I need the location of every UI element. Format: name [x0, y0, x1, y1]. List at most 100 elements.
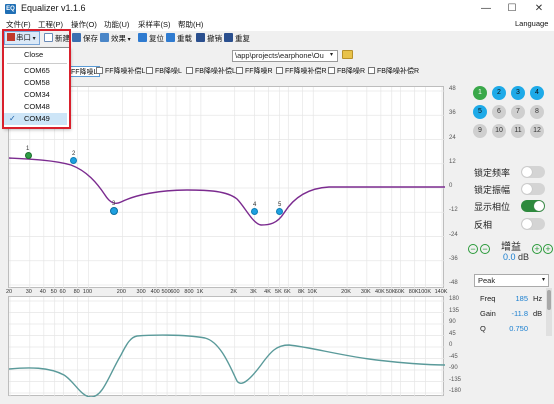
eq-node-5[interactable] — [276, 208, 283, 215]
menu-help[interactable]: 帮助(H) — [178, 19, 203, 30]
eq-node-4[interactable] — [251, 208, 258, 215]
window-title: Equalizer v1.1.6 — [21, 3, 86, 13]
folder-open-icon[interactable] — [342, 50, 353, 59]
frequency-tick-label: 4K — [264, 289, 271, 295]
gain-increase-fine-icon[interactable]: + — [532, 244, 542, 254]
redo-button[interactable]: 重复 — [224, 32, 250, 45]
eq-node-2[interactable] — [70, 157, 77, 164]
magnitude-tick-label: 48 — [449, 86, 456, 92]
lock-amplitude-label: 锁定振幅 — [474, 185, 511, 195]
tab-fb-anc-r[interactable]: FB降噪R — [328, 66, 365, 77]
lock-amplitude-toggle[interactable] — [521, 183, 545, 195]
tab-ff-anc-comp-r[interactable]: FF降噪补偿R — [276, 66, 327, 77]
show-phase-label: 显示相位 — [474, 202, 511, 212]
save-icon — [72, 33, 81, 42]
eq-response-curve — [9, 157, 445, 226]
frequency-tick-label: 600 — [170, 289, 180, 295]
close-window-button[interactable]: ✕ — [527, 0, 551, 18]
band-button-9[interactable]: 9 — [473, 124, 487, 138]
eq-node-5-label: 5 — [278, 202, 282, 208]
path-dropdown-arrow-icon[interactable]: ▾ — [330, 51, 333, 58]
scrollbar-thumb[interactable] — [547, 290, 551, 310]
band-button-6[interactable]: 6 — [492, 105, 506, 119]
band-button-4[interactable]: 4 — [530, 86, 544, 100]
toggle-knob — [522, 219, 532, 229]
reload-button[interactable]: 重载 — [166, 32, 192, 45]
undo-button[interactable]: 撤销 — [196, 32, 222, 45]
lock-frequency-toggle[interactable] — [521, 166, 545, 178]
toggle-knob — [522, 184, 532, 194]
tab-fb-anc-comp-l[interactable]: FB降噪补偿L — [186, 66, 236, 77]
eq-magnitude-chart[interactable]: 1 2 3 4 5 — [8, 86, 445, 289]
project-path-field[interactable]: \app\projects\earphone\Ou — [232, 50, 338, 62]
freq-label: Freq — [480, 294, 496, 303]
menu-bar: 文件(F) 工程(P) 操作(O) 功能(U) 采样率(S) 帮助(H) Lan… — [0, 18, 554, 31]
eq-node-1[interactable] — [25, 152, 32, 159]
frequency-tick-label: 300 — [136, 289, 146, 295]
frequency-tick-label: 100K — [418, 289, 432, 295]
eq-node-4-label: 4 — [253, 202, 257, 208]
effect-button[interactable]: 效果 ▾ — [100, 32, 131, 45]
phase-tick-label: -45 — [449, 353, 458, 360]
invert-phase-toggle[interactable] — [521, 218, 545, 230]
show-phase-toggle[interactable] — [521, 200, 545, 212]
magnitude-tick-label: 0 — [449, 183, 453, 189]
frequency-tick-label: 200 — [116, 289, 126, 295]
band-button-10[interactable]: 10 — [492, 124, 506, 138]
save-button[interactable]: 保存 — [72, 32, 98, 45]
q-label: Q — [480, 324, 486, 333]
menu-function[interactable]: 功能(U) — [104, 19, 129, 30]
phase-tick-label: 0 — [449, 342, 453, 348]
lock-frequency-label: 锁定频率 — [474, 168, 511, 178]
band-button-5[interactable]: 5 — [473, 105, 487, 119]
gain-value: 0.0 dB — [503, 252, 530, 262]
phase-curve — [9, 334, 445, 397]
band-button-7[interactable]: 7 — [511, 105, 525, 119]
band-button-8[interactable]: 8 — [530, 105, 544, 119]
freq-value-field[interactable]: 185 — [498, 294, 528, 303]
frequency-tick-label: 60K — [394, 289, 405, 295]
maximize-button[interactable]: ☐ — [500, 0, 524, 18]
q-value-field[interactable]: 0.750 — [498, 324, 528, 333]
checkbox-icon — [276, 67, 283, 74]
band-button-3[interactable]: 3 — [511, 86, 525, 100]
frequency-tick-label: 400 — [150, 289, 160, 295]
tab-ff-anc-r[interactable]: FF降噪R — [236, 66, 273, 77]
gain-increase-icon[interactable]: + — [543, 244, 553, 254]
checkbox-icon — [236, 67, 243, 74]
menu-sample-rate[interactable]: 采样率(S) — [138, 19, 171, 30]
reset-button[interactable]: 复位 — [138, 32, 164, 45]
band-button-12[interactable]: 12 — [530, 124, 544, 138]
band-button-11[interactable]: 11 — [511, 124, 525, 138]
tab-fb-anc-comp-r[interactable]: FB降噪补偿R — [368, 66, 419, 77]
frequency-tick-label: 40K — [374, 289, 385, 295]
eq-node-3-label: 3 — [112, 201, 116, 207]
gain-param-label: Gain — [480, 309, 496, 318]
frequency-tick-label: 50 — [50, 289, 57, 295]
magnitude-tick-label: 24 — [449, 134, 456, 141]
param-scrollbar[interactable] — [546, 288, 552, 336]
eq-node-1-label: 1 — [26, 146, 30, 152]
magnitude-tick-label: 12 — [449, 158, 456, 165]
band-button-1[interactable]: 1 — [473, 86, 487, 100]
gain-value-field[interactable]: -11.8 — [498, 309, 528, 318]
phase-tick-label: 180 — [449, 296, 460, 302]
band-button-2[interactable]: 2 — [492, 86, 506, 100]
eq-grid — [9, 87, 445, 289]
frequency-tick-label: 500 — [161, 289, 171, 295]
filter-type-select[interactable]: Peak ▾ — [474, 274, 549, 287]
tab-ff-anc-comp-l[interactable]: FF降噪补偿L — [96, 66, 145, 77]
checkbox-icon — [186, 67, 193, 74]
gain-label: 增益 — [501, 242, 521, 253]
chevron-down-icon: ▾ — [541, 277, 545, 283]
eq-node-2-label: 2 — [72, 151, 76, 157]
frequency-tick-label: 5K — [275, 289, 282, 295]
language-menu[interactable]: Language — [515, 19, 548, 28]
menu-operate[interactable]: 操作(O) — [71, 19, 97, 30]
gain-decrease-icon[interactable]: − — [468, 244, 478, 254]
eq-node-3-selected[interactable] — [110, 207, 118, 215]
magnitude-tick-label: -12 — [449, 207, 458, 214]
minimize-button[interactable]: — — [474, 0, 498, 18]
gain-decrease-fine-icon[interactable]: − — [480, 244, 490, 254]
tab-fb-anc-l[interactable]: FB降噪L — [146, 66, 182, 77]
